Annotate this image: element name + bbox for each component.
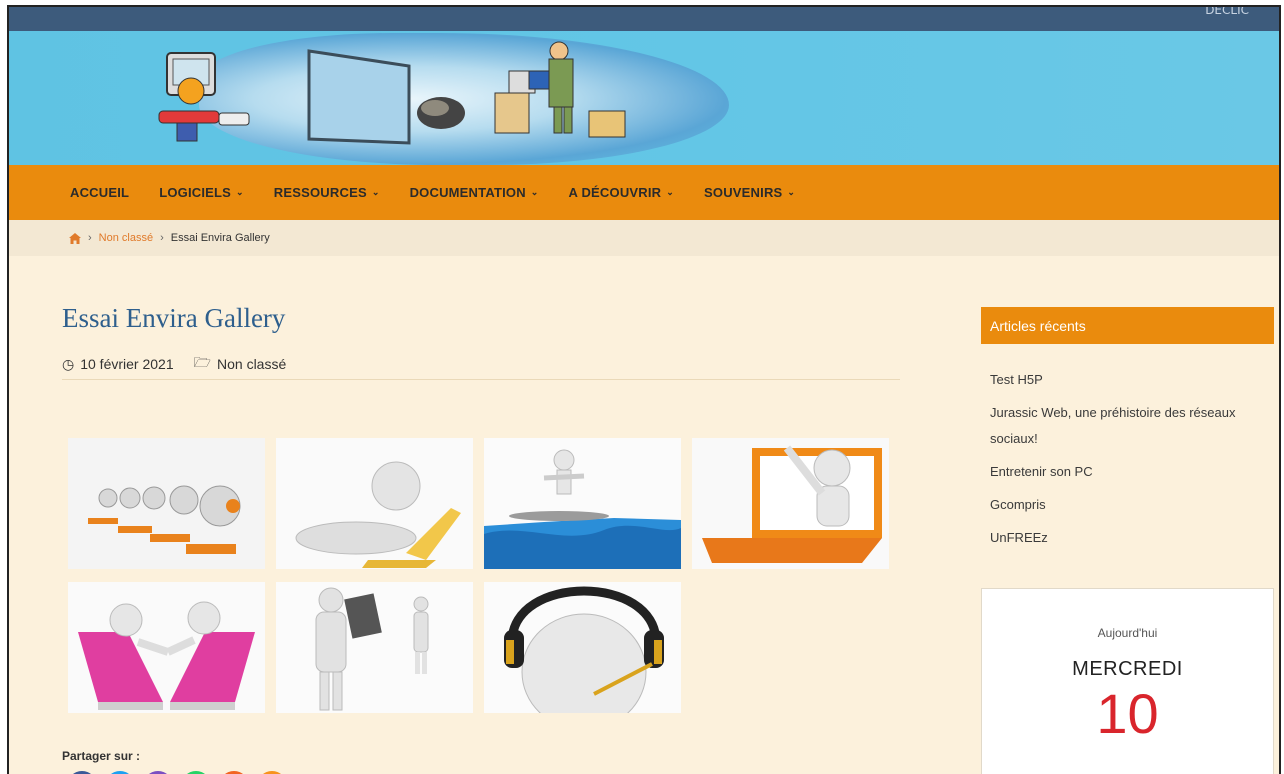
nav-item-souvenirs[interactable]: SOUVENIRS ⌄ xyxy=(704,185,795,200)
breadcrumb-separator: › xyxy=(88,232,92,244)
breadcrumb: › Non classé › Essai Envira Gallery xyxy=(9,220,1279,256)
home-icon[interactable] xyxy=(69,232,81,244)
top-bar: DÉCLIC xyxy=(9,7,1279,31)
page-title: Essai Envira Gallery xyxy=(62,303,286,333)
nav-item-ressources[interactable]: RESSOURCES ⌄ xyxy=(274,185,380,200)
tablet-figures-icon xyxy=(276,582,473,713)
recent-post-link[interactable]: Test H5P xyxy=(990,367,1250,393)
handshake-laptops-icon xyxy=(68,582,265,713)
surfer-icon xyxy=(484,438,681,569)
recent-posts-heading: Articles récents xyxy=(981,307,1274,344)
headset-team-icon xyxy=(68,438,265,569)
recent-post-link[interactable]: UnFREEz xyxy=(990,525,1250,551)
browser-viewport: DÉCLIC ACCUEIL LOGICIELS ⌄ RESSOURCES ⌄ … xyxy=(7,5,1281,774)
folder-icon: 🗁 xyxy=(193,354,211,370)
recent-post-link[interactable]: Jurassic Web, une préhistoire des réseau… xyxy=(990,400,1250,452)
divider xyxy=(62,379,900,380)
man-reading-icon xyxy=(494,41,626,138)
gallery-image-7[interactable] xyxy=(484,582,681,713)
post-date[interactable]: 10 février 2021 xyxy=(80,356,173,372)
clock-icon: ◷ xyxy=(62,355,75,372)
chevron-down-icon: ⌄ xyxy=(371,187,380,197)
recent-posts-list: Test H5P Jurassic Web, une préhistoire d… xyxy=(990,367,1250,558)
recent-post-link[interactable]: Gcompris xyxy=(990,492,1250,518)
person-laptop-icon xyxy=(276,438,473,569)
nav-item-accueil[interactable]: ACCUEIL xyxy=(70,185,129,200)
calendar-widget: Aujourd'hui MERCREDI 10 xyxy=(981,588,1274,774)
share-label: Partager sur : xyxy=(62,749,141,763)
gallery-image-3[interactable] xyxy=(484,438,681,569)
topbar-text[interactable]: DÉCLIC xyxy=(1205,7,1249,17)
nav-item-a-decouvrir[interactable]: A DÉCOUVRIR ⌄ xyxy=(569,185,674,200)
recent-post-link[interactable]: Entretenir son PC xyxy=(990,459,1250,485)
post-category[interactable]: Non classé xyxy=(217,356,286,372)
gallery-image-1[interactable] xyxy=(68,438,265,569)
chevron-down-icon: ⌄ xyxy=(787,187,796,197)
banner-illustrations xyxy=(158,41,626,145)
breadcrumb-current: Essai Envira Gallery xyxy=(170,232,270,244)
breadcrumb-separator: › xyxy=(160,232,164,244)
gallery-image-5[interactable] xyxy=(68,582,265,713)
site-banner[interactable] xyxy=(9,31,1279,165)
gallery-image-6[interactable] xyxy=(276,582,473,713)
nav-item-documentation[interactable]: DOCUMENTATION ⌄ xyxy=(410,185,539,200)
calendar-weekday: MERCREDI xyxy=(1072,658,1183,680)
child-computer-icon xyxy=(158,52,250,142)
chevron-down-icon: ⌄ xyxy=(236,187,244,197)
calendar-label: Aujourd'hui xyxy=(1097,626,1158,640)
headphones-figure-icon xyxy=(484,582,681,713)
breadcrumb-category-link[interactable]: Non classé xyxy=(99,232,153,244)
nav-item-logiciels[interactable]: LOGICIELS ⌄ xyxy=(159,185,244,200)
post-meta: ◷ 10 février 2021 🗁 Non classé xyxy=(62,352,286,376)
chevron-down-icon: ⌄ xyxy=(530,187,539,197)
main-nav: ACCUEIL LOGICIELS ⌄ RESSOURCES ⌄ DOCUMENTA… xyxy=(9,165,1279,220)
monitor-icon xyxy=(307,49,465,145)
gallery-image-4[interactable] xyxy=(692,438,889,569)
calendar-day-number: 10 xyxy=(1096,682,1159,745)
laptop-wave-icon xyxy=(692,438,889,569)
chevron-down-icon: ⌄ xyxy=(666,187,675,197)
gallery-image-2[interactable] xyxy=(276,438,473,569)
